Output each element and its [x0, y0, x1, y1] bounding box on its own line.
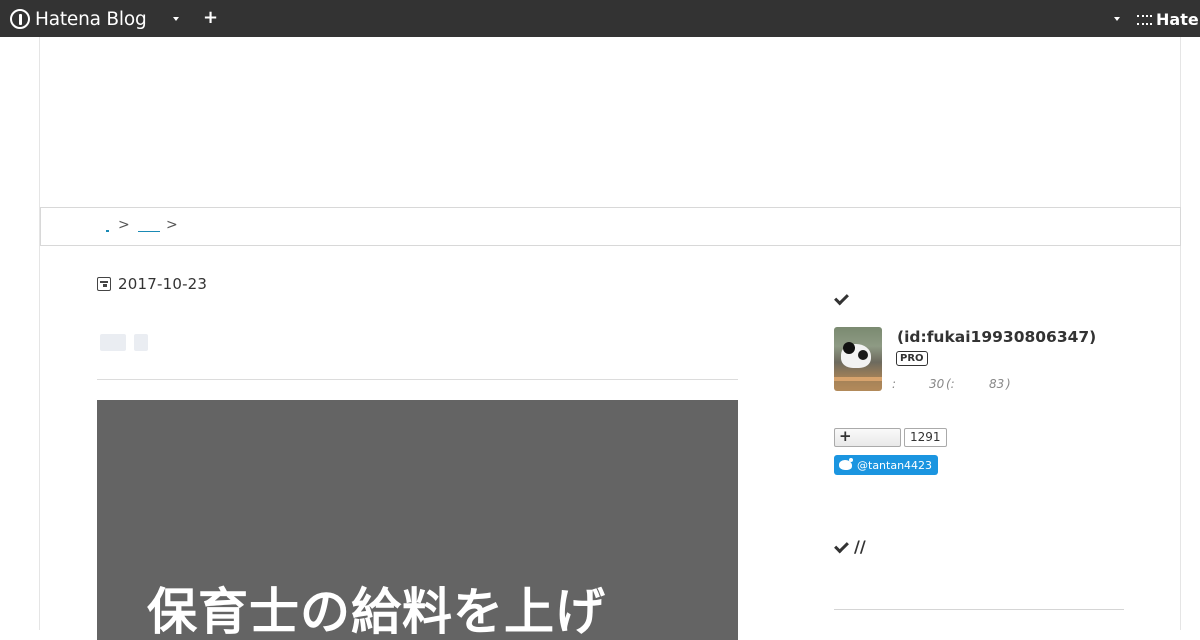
- category-chip[interactable]: [100, 334, 126, 351]
- check-icon: [834, 293, 848, 305]
- cat-floor: [834, 377, 882, 381]
- user-name[interactable]: (id:fukai19930806347): [897, 328, 1096, 346]
- hatena-icon: [1137, 14, 1152, 25]
- subscribe-button[interactable]: +: [834, 427, 901, 447]
- hatena-logo-icon: [10, 9, 30, 29]
- divider: [834, 609, 1124, 610]
- sidebar-section-header: //: [834, 537, 866, 556]
- plus-icon: +: [839, 427, 852, 445]
- entry-date[interactable]: 2017-10-23: [97, 275, 207, 293]
- subscriber-count: 1291: [904, 428, 947, 447]
- cat-patch: [843, 342, 855, 354]
- hatena-label: Hatena: [1156, 10, 1200, 29]
- divider: [97, 379, 738, 380]
- breadcrumb: > >: [40, 207, 1181, 246]
- twitter-bird-icon: [839, 458, 853, 470]
- breadcrumb-separator: >: [166, 217, 178, 233]
- twitter-handle: @tantan4423: [857, 458, 933, 472]
- breadcrumb-link-category[interactable]: [138, 231, 160, 232]
- blog-menu-dropdown-icon[interactable]: [173, 17, 179, 21]
- hatena-blog-logo[interactable]: Hatena Blog: [10, 7, 147, 31]
- avatar[interactable]: [834, 327, 882, 391]
- sidebar-section-title: //: [854, 537, 866, 556]
- eyecatch-image: 保育士の給料を上げ: [97, 400, 738, 640]
- readers-total: 83: [989, 377, 1005, 391]
- eyecatch-title: 保育士の給料を上げ: [147, 583, 606, 640]
- cat-patch: [858, 350, 868, 360]
- global-header: Hatena Blog + Hatena: [0, 0, 1200, 37]
- page-container: > > 2017-10-23 保育士の給料を上げ (id:fukai199308…: [39, 37, 1181, 640]
- add-icon[interactable]: +: [203, 8, 218, 28]
- breadcrumb-link-home[interactable]: [106, 230, 109, 232]
- check-icon: [834, 541, 848, 553]
- twitter-follow-button[interactable]: @tantan4423: [834, 455, 939, 475]
- readers-open: (:: [946, 377, 955, 391]
- category-chip[interactable]: [134, 334, 148, 351]
- user-menu-dropdown-icon[interactable]: [1114, 17, 1120, 21]
- readers-count: 30: [929, 377, 945, 391]
- pro-badge: PRO: [896, 351, 928, 366]
- ad-space: [40, 37, 1180, 207]
- calendar-icon: [97, 277, 111, 291]
- breadcrumb-separator: >: [118, 217, 130, 233]
- readers-close: ): [1006, 377, 1011, 391]
- logo-text: Hatena Blog: [35, 8, 147, 30]
- hatena-link[interactable]: Hatena: [1137, 10, 1200, 29]
- readers-colon: :: [892, 377, 897, 391]
- date-text: 2017-10-23: [118, 275, 208, 293]
